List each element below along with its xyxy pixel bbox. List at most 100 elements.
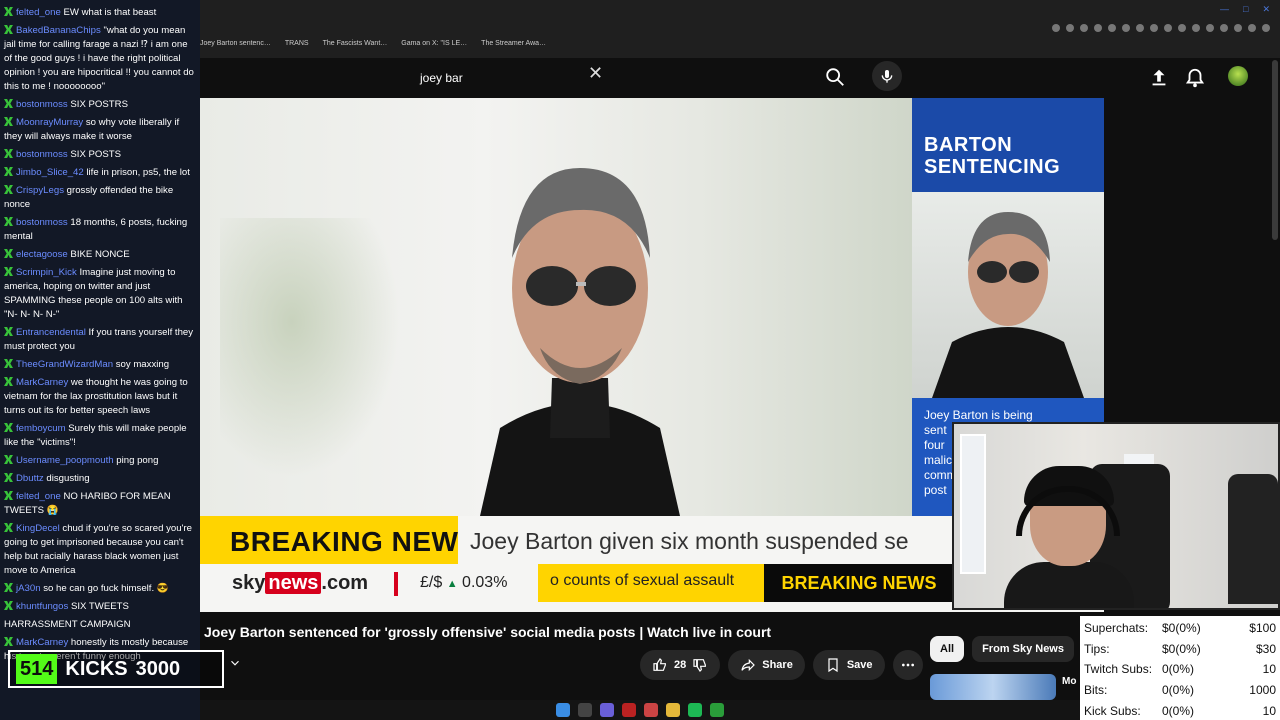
- extension-icon[interactable]: [1066, 24, 1074, 32]
- chip-all[interactable]: All: [930, 636, 965, 662]
- webcam-overlay: [952, 422, 1280, 610]
- chat-username[interactable]: Username_poopmouth: [16, 455, 114, 466]
- kick-badge-icon: [4, 491, 13, 500]
- search-icon[interactable]: [824, 66, 846, 88]
- chat-username[interactable]: Dbuttz: [16, 473, 44, 484]
- chat-username[interactable]: felted_one: [16, 491, 61, 502]
- bookmark-item[interactable]: Gama on X: "IS LE…: [401, 40, 467, 47]
- bookmark-item[interactable]: The Fascists Want…: [323, 40, 388, 47]
- chat-message: bostonmoss SIX POSTS: [4, 148, 196, 162]
- page-scrollbar[interactable]: [1272, 60, 1278, 240]
- chat-username[interactable]: KingDecel: [16, 523, 60, 534]
- stat-label: Tips:: [1084, 641, 1110, 656]
- chat-username[interactable]: bostonmoss: [16, 149, 68, 160]
- background-foliage: [220, 218, 400, 478]
- avatar[interactable]: [1228, 66, 1248, 86]
- save-button[interactable]: Save: [812, 650, 885, 680]
- chat-username[interactable]: bostonmoss: [16, 217, 68, 228]
- window-controls: — □ ✕: [1220, 4, 1270, 15]
- kick-badge-icon: [4, 601, 13, 610]
- stat-value: 0(0%): [1162, 703, 1195, 718]
- voice-search-button[interactable]: [872, 61, 902, 91]
- bookmark-item[interactable]: TRANS: [285, 40, 309, 47]
- chevron-down-icon[interactable]: [228, 656, 242, 670]
- extension-icon[interactable]: [1192, 24, 1200, 32]
- chat-username[interactable]: felted_one: [16, 7, 61, 18]
- stat-row: Superchats: $0(0%) $100: [1084, 618, 1276, 639]
- clear-icon[interactable]: ✕: [588, 63, 603, 84]
- recommended-title[interactable]: Mo: [1062, 676, 1076, 688]
- share-button[interactable]: Share: [728, 650, 805, 680]
- chat-username[interactable]: MarkCarney: [16, 377, 68, 388]
- stat-row: Bits: 0(0%) 1000: [1084, 680, 1276, 701]
- chat-username[interactable]: Scrimpin_Kick: [16, 267, 77, 278]
- chat-username[interactable]: MarkCarney: [16, 637, 68, 648]
- dislike-icon[interactable]: [692, 657, 708, 673]
- search-input[interactable]: joey bar: [410, 63, 818, 93]
- chat-username[interactable]: jA30n: [16, 583, 41, 594]
- chat-message: Username_poopmouth ping pong: [4, 454, 196, 468]
- bell-icon[interactable]: [1184, 67, 1206, 89]
- up-arrow-icon: ▲: [446, 578, 458, 590]
- upload-icon[interactable]: [1148, 67, 1170, 89]
- chat-username[interactable]: Entrancendental: [16, 327, 86, 338]
- maximize-button[interactable]: □: [1243, 4, 1248, 15]
- extension-icon[interactable]: [1206, 24, 1214, 32]
- stream-goals-panel: Superchats: $0(0%) $100 Tips: $0(0%) $30 Twi…: [1080, 616, 1280, 720]
- chrome-icon[interactable]: [644, 703, 658, 717]
- kicks-count: 514: [16, 654, 58, 684]
- stat-label: Kick Subs:: [1084, 703, 1141, 718]
- kick-badge-icon: [4, 117, 13, 126]
- bookmark-item[interactable]: Joey Barton sentenc…: [200, 40, 271, 47]
- chat-username[interactable]: BakedBananaChips: [16, 25, 101, 36]
- extension-icon[interactable]: [1052, 24, 1060, 32]
- file-explorer-icon[interactable]: [666, 703, 680, 717]
- extension-icon[interactable]: [1094, 24, 1102, 32]
- chat-message: Jimbo_Slice_42 life in prison, ps5, the …: [4, 166, 196, 180]
- spotify-icon[interactable]: [688, 703, 702, 717]
- extension-icon[interactable]: [1164, 24, 1172, 32]
- screen-root: { "browser": { "bookmarks": ["Joey Barto…: [0, 0, 1280, 720]
- stat-label: Bits:: [1084, 683, 1108, 698]
- news-subject-figure: [480, 168, 680, 516]
- chat-text: BIKE NONCE: [70, 249, 130, 260]
- chat-username[interactable]: CrispyLegs: [16, 185, 64, 196]
- extension-icon[interactable]: [1150, 24, 1158, 32]
- chat-username[interactable]: khuntfungos: [16, 601, 68, 612]
- windows-start-icon[interactable]: [556, 703, 570, 717]
- stat-label: Twitch Subs:: [1084, 662, 1153, 677]
- search-icon[interactable]: [578, 703, 592, 717]
- app-icon[interactable]: [622, 703, 636, 717]
- close-window-button[interactable]: ✕: [1262, 4, 1270, 15]
- kicks-counter: 514 KICKS 3000: [8, 650, 224, 688]
- extension-icon[interactable]: [1108, 24, 1116, 32]
- chat-username[interactable]: TheeGrandWizardMan: [16, 359, 113, 370]
- extension-icon[interactable]: [1122, 24, 1130, 32]
- stat-goal: 10: [1262, 662, 1276, 677]
- bookmark-item[interactable]: The Streamer Awa…: [481, 40, 546, 47]
- extension-icon[interactable]: [1136, 24, 1144, 32]
- extension-icon[interactable]: [1080, 24, 1088, 32]
- xbox-icon[interactable]: [710, 703, 724, 717]
- like-button[interactable]: 28: [640, 650, 721, 680]
- chat-text: SIX POSTS: [70, 149, 122, 160]
- more-actions-button[interactable]: [892, 650, 923, 680]
- extension-icon[interactable]: [1220, 24, 1228, 32]
- chat-username[interactable]: bostonmoss: [16, 99, 68, 110]
- chat-username[interactable]: Jimbo_Slice_42: [16, 167, 84, 178]
- streamer-body: [1004, 562, 1134, 608]
- extension-icon[interactable]: [1178, 24, 1186, 32]
- extension-icon[interactable]: [1234, 24, 1242, 32]
- extension-icon[interactable]: [1262, 24, 1270, 32]
- chat-username[interactable]: electagoose: [16, 249, 68, 260]
- chat-username[interactable]: femboycum: [16, 423, 66, 434]
- fx-value: 0.03%: [462, 574, 508, 591]
- chat-username[interactable]: MoonrayMurray: [16, 117, 83, 128]
- extension-icons: [1052, 24, 1270, 32]
- chip-from-sky-news[interactable]: From Sky News: [972, 636, 1074, 662]
- discord-icon[interactable]: [600, 703, 614, 717]
- live-chat-panel: felted_one EW what is that beast BakedBan…: [0, 0, 200, 720]
- recommended-thumbnail[interactable]: [930, 674, 1056, 700]
- minimize-button[interactable]: —: [1220, 4, 1229, 15]
- extension-icon[interactable]: [1248, 24, 1256, 32]
